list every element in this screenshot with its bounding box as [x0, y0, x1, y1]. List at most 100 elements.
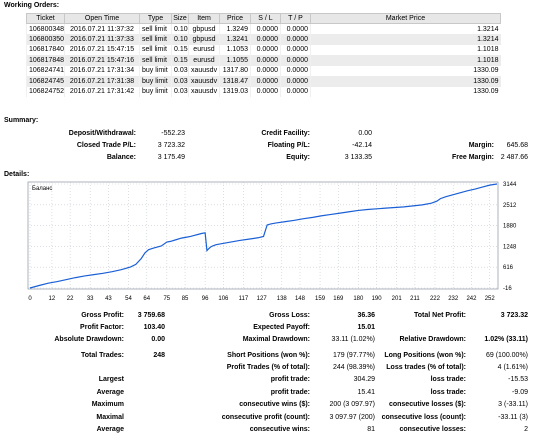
working-orders-table: Ticket Open Time Type Size Item Price S / LT /… — [26, 13, 501, 97]
y-axis-ticks: 3144 2512 1880 1248 616 -16 — [503, 182, 517, 292]
order-cell: 0.0000 — [280, 55, 311, 66]
order-row[interactable]: 106824745 2016.07.21 17:31:38 buy limit 0.0… — [26, 76, 501, 87]
stat-label: Maximal Drawdown: — [242, 336, 310, 343]
orders-header-row: Ticket Open Time Type Size Item Price S / LT /… — [26, 13, 501, 24]
order-cell: 1319.03 — [219, 86, 251, 97]
order-cell: 0.0000 — [280, 23, 311, 34]
x-tick-label: 242 — [466, 296, 477, 302]
order-row[interactable]: 106800348 2016.07.21 11:37:32 sell limit 0.… — [26, 23, 501, 34]
stat-label: loss trade: — [430, 389, 466, 396]
order-cell: sell limit — [139, 44, 172, 55]
x-tick-label: 180 — [353, 296, 364, 302]
order-cell: 106800350 — [26, 34, 65, 45]
stat-label: Maximum — [91, 401, 124, 408]
stat-label: profit trade: — [270, 376, 310, 383]
x-tick-label: 22 — [67, 296, 74, 302]
orders-col-header[interactable]: Market Price — [310, 13, 501, 24]
orders-col-header[interactable]: Ticket — [26, 13, 65, 24]
deposit-label: Deposit/Withdrawal: — [68, 130, 136, 137]
order-cell: sell limit — [139, 34, 172, 45]
order-cell: 2016.07.21 11:37:33 — [64, 34, 140, 45]
stat-value: 2 — [524, 426, 528, 433]
orders-col-header[interactable]: Type — [139, 13, 172, 24]
x-tick-label: 138 — [277, 296, 288, 302]
order-cell: 2016.07.21 17:31:34 — [64, 65, 140, 76]
order-cell: 0.0000 — [250, 65, 281, 76]
floating-pl-label: Floating P/L: — [267, 142, 310, 149]
stat-label: consecutive losses ($): — [388, 401, 466, 408]
x-tick-label: 85 — [182, 296, 189, 302]
stat-label: Relative Drawdown: — [399, 336, 466, 343]
x-tick-label: 252 — [485, 296, 496, 302]
stat-label: Total Net Profit: — [414, 312, 466, 319]
y-tick-label: -16 — [503, 286, 512, 292]
order-cell: sell limit — [139, 55, 172, 66]
balance-value: 3 175.49 — [157, 154, 185, 161]
floating-pl-value: -42.14 — [352, 142, 372, 149]
orders-col-header[interactable]: Price — [219, 13, 251, 24]
stat-label: consecutive wins: — [249, 426, 310, 433]
order-cell: 2016.07.21 17:31:42 — [64, 86, 140, 97]
plot-area — [27, 181, 499, 290]
equity-value: 3 133.35 — [344, 154, 372, 161]
x-axis-ticks: 0 12 22 33 43 54 64 75 85 96 106 117 127 138 148 159 169… — [28, 296, 495, 302]
order-cell: 1317.80 — [219, 65, 251, 76]
stat-label: loss trade: — [430, 376, 466, 383]
stat-value: 3 759.68 — [137, 312, 165, 319]
order-row[interactable]: 106824741 2016.07.21 17:31:34 buy limit 0.0… — [26, 65, 501, 76]
y-tick-label: 1248 — [503, 244, 517, 250]
order-row[interactable]: 106817840 2016.07.21 15:47:15 sell limit 0.… — [26, 44, 501, 55]
order-cell: 1330.09 — [310, 86, 501, 97]
deposit-value: -552.23 — [161, 130, 185, 137]
stat-value: 33.11 (1.02%) — [331, 336, 375, 343]
orders-col-header[interactable]: Item — [188, 13, 220, 24]
stat-value: 103.40 — [143, 324, 165, 331]
orders-col-header[interactable]: S / L — [250, 13, 281, 24]
closed-pl-label: Closed Trade P/L: — [76, 142, 136, 149]
margin-label: Margin: — [468, 142, 494, 149]
stat-label: consecutive profit (count): — [221, 414, 310, 421]
stat-label: consecutive loss (count): — [381, 414, 466, 421]
orders-col-header[interactable]: T / P — [280, 13, 311, 24]
stat-value: -9.09 — [512, 389, 528, 396]
order-cell: 1.3249 — [219, 23, 251, 34]
order-row[interactable]: 106824752 2016.07.21 17:31:42 buy limit 0.0… — [26, 86, 501, 97]
order-row[interactable]: 106817848 2016.07.21 15:47:16 sell limit 0.… — [26, 55, 501, 66]
x-tick-label: 169 — [333, 296, 344, 302]
x-tick-label: 201 — [392, 296, 403, 302]
x-tick-label: 64 — [143, 296, 150, 302]
stat-value: 179 (97.77%) — [332, 352, 375, 359]
order-row[interactable]: 106800350 2016.07.21 11:37:33 sell limit 0.… — [26, 34, 501, 45]
order-cell: 0.0000 — [250, 23, 281, 34]
details-title: Details: — [4, 171, 30, 178]
credit-label: Credit Facility: — [261, 130, 310, 137]
x-tick-label: 148 — [295, 296, 306, 302]
stat-label: Gross Profit: — [81, 312, 124, 319]
order-cell: 0.0000 — [280, 65, 311, 76]
orders-col-header[interactable]: Size — [171, 13, 189, 24]
orders-col-header[interactable]: Open Time — [64, 13, 140, 24]
order-cell: gbpusd — [188, 34, 220, 45]
stat-label: consecutive losses: — [399, 426, 466, 433]
order-cell: 0.0000 — [280, 44, 311, 55]
order-cell: 0.0000 — [250, 86, 281, 97]
order-cell: 1330.09 — [310, 76, 501, 87]
credit-value: 0.00 — [358, 130, 372, 137]
x-tick-label: 75 — [163, 296, 170, 302]
stat-label: Absolute Drawdown: — [54, 336, 124, 343]
balance-chart: Баланс 0 12 22 33 43 54 64 75 85 96 106 117 127 138 14… — [27, 181, 517, 302]
order-cell: 2016.07.21 15:47:16 — [64, 55, 140, 66]
y-tick-label: 3144 — [503, 182, 517, 188]
stat-label: Loss trades (% of total): — [386, 364, 466, 371]
x-tick-label: 12 — [49, 296, 56, 302]
equity-label: Equity: — [286, 154, 310, 161]
stat-value: 1.02% (33.11) — [484, 336, 528, 343]
order-cell: 0.15 — [171, 44, 189, 55]
order-cell: 106800348 — [26, 23, 65, 34]
working-orders-title: Working Orders: — [4, 2, 60, 9]
stat-value: 69 (100.00%) — [485, 352, 528, 359]
order-cell: 0.15 — [171, 55, 189, 66]
stat-value: 244 (98.39%) — [332, 364, 375, 371]
x-tick-label: 106 — [218, 296, 229, 302]
stat-label: Largest — [98, 376, 124, 383]
